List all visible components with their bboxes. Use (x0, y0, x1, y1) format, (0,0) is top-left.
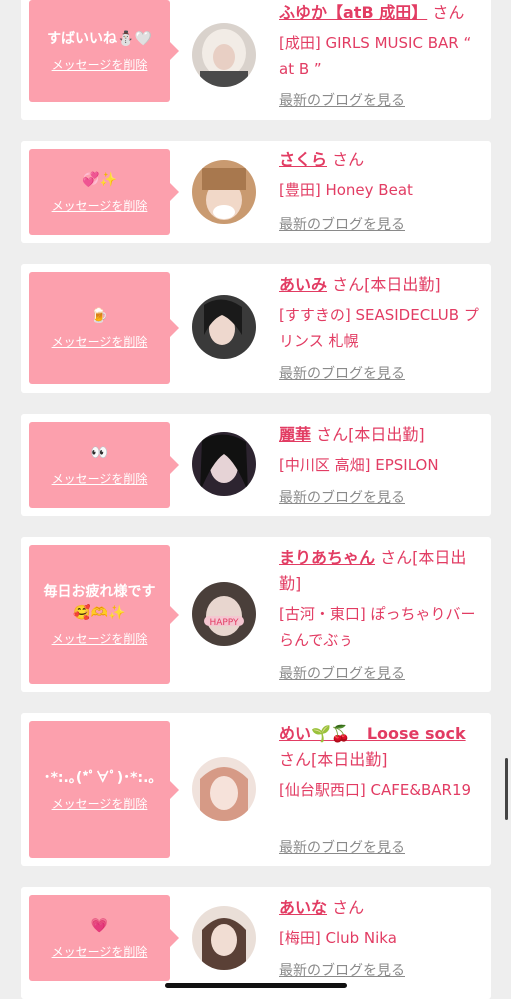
shop-info: [古河・東口] ぽっちゃりバー らんでぶぅ (279, 605, 476, 649)
message-text: ･*:.｡(*ﾟ∀ﾟ)･*:.｡ (43, 769, 156, 786)
message-card: 毎日お疲れ様です🥰🫶✨ メッセージを削除 HAPPY まりあちゃん さん[本日出… (21, 537, 491, 692)
message-text: 👀 (90, 445, 109, 461)
latest-blog-link[interactable]: 最新のブログを見る (279, 487, 405, 507)
honorific: さん (432, 3, 465, 22)
profile-name-link[interactable]: めい🌱🍒 Loose sock (279, 724, 466, 743)
delete-message-link[interactable]: メッセージを削除 (52, 795, 148, 812)
profile-info: あいみ さん[本日出勤] [すすきの] SEASIDECLUB プリンス 札幌 (279, 272, 484, 354)
honorific: さん (332, 150, 365, 169)
latest-blog-link[interactable]: 最新のブログを見る (279, 90, 405, 110)
message-text: 🍺 (90, 308, 109, 324)
avatar-photo (192, 757, 256, 821)
shop-info: [中川区 高畑] EPSILON (279, 456, 439, 474)
profile-info: あいな さん [梅田] Club Nika (279, 895, 484, 951)
message-bubble: 💞✨ メッセージを削除 (29, 149, 179, 235)
avatar-photo (192, 23, 256, 87)
message-text: すばいいね⛄🤍 (47, 31, 152, 47)
delete-message-link[interactable]: メッセージを削除 (52, 630, 148, 647)
delete-message-link[interactable]: メッセージを削除 (52, 56, 148, 73)
latest-blog-link[interactable]: 最新のブログを見る (279, 363, 405, 383)
message-bubble: 🍺 メッセージを削除 (29, 272, 179, 384)
profile-name-link[interactable]: 麗華 (279, 425, 311, 444)
profile-name-link[interactable]: ふゆか【atB 成田】 (279, 3, 427, 22)
avatar[interactable] (192, 906, 256, 970)
message-bubble: ･*:.｡(*ﾟ∀ﾟ)･*:.｡ メッセージを削除 (29, 721, 179, 858)
shop-info: [梅田] Club Nika (279, 929, 397, 947)
shop-info: [仙台駅西口] CAFE&BAR19 (279, 781, 472, 799)
message-text: 💞✨ (82, 172, 117, 188)
avatar-photo (192, 432, 256, 496)
message-card: ･*:.｡(*ﾟ∀ﾟ)･*:.｡ メッセージを削除 めい🌱🍒 Loose soc… (21, 713, 491, 866)
honorific: さん (332, 898, 365, 917)
profile-name-link[interactable]: さくら (279, 150, 327, 169)
message-bubble: すばいいね⛄🤍 メッセージを削除 (29, 0, 179, 102)
avatar-photo (192, 160, 256, 224)
message-card: すばいいね⛄🤍 メッセージを削除 ふゆか【atB 成田】 さん [成田] GIR… (21, 0, 491, 120)
profile-name-link[interactable]: まりあちゃん (279, 548, 375, 567)
shop-info: [豊田] Honey Beat (279, 181, 413, 199)
message-bubble: 毎日お疲れ様です🥰🫶✨ メッセージを削除 (29, 545, 179, 684)
avatar[interactable] (192, 160, 256, 224)
profile-name-link[interactable]: あいみ (279, 275, 327, 294)
avatar[interactable] (192, 432, 256, 496)
profile-info: さくら さん [豊田] Honey Beat (279, 147, 484, 203)
message-text: 💗 (90, 918, 109, 934)
latest-blog-link[interactable]: 最新のブログを見る (279, 837, 405, 857)
profile-info: めい🌱🍒 Loose sock さん[本日出勤] [仙台駅西口] CAFE&BA… (279, 721, 484, 803)
svg-text:HAPPY: HAPPY (209, 618, 239, 628)
delete-message-link[interactable]: メッセージを削除 (52, 470, 148, 487)
delete-message-link[interactable]: メッセージを削除 (52, 197, 148, 214)
profile-name-link[interactable]: あいな (279, 898, 327, 917)
avatar[interactable]: HAPPY (192, 582, 256, 646)
message-text: 毎日お疲れ様です🥰🫶✨ (43, 584, 156, 621)
scrollbar[interactable] (505, 758, 508, 820)
honorific: さん[本日出勤] (316, 425, 425, 444)
latest-blog-link[interactable]: 最新のブログを見る (279, 960, 405, 980)
latest-blog-link[interactable]: 最新のブログを見る (279, 663, 405, 683)
shop-info: [成田] GIRLS MUSIC BAR “ at B ” (279, 34, 472, 78)
message-card: 🍺 メッセージを削除 あいみ さん[本日出勤] [すすきの] SEASIDECL… (21, 264, 491, 393)
message-bubble: 👀 メッセージを削除 (29, 422, 179, 508)
message-card: 💞✨ メッセージを削除 さくら さん [豊田] Honey Beat 最新のブロ… (21, 141, 491, 243)
honorific: さん[本日出勤] (332, 275, 441, 294)
delete-message-link[interactable]: メッセージを削除 (52, 943, 148, 960)
delete-message-link[interactable]: メッセージを削除 (52, 333, 148, 350)
profile-info: ふゆか【atB 成田】 さん [成田] GIRLS MUSIC BAR “ at… (279, 0, 484, 82)
home-indicator[interactable] (165, 983, 347, 988)
avatar[interactable] (192, 757, 256, 821)
shop-info: [すすきの] SEASIDECLUB プリンス 札幌 (279, 306, 479, 350)
avatar-photo (192, 295, 256, 359)
honorific: さん[本日出勤] (279, 750, 388, 769)
avatar-photo: HAPPY (192, 582, 256, 646)
avatar-photo (192, 906, 256, 970)
avatar[interactable] (192, 23, 256, 87)
message-bubble: 💗 メッセージを削除 (29, 895, 179, 981)
message-card: 👀 メッセージを削除 麗華 さん[本日出勤] [中川区 高畑] EPSILON … (21, 414, 491, 516)
latest-blog-link[interactable]: 最新のブログを見る (279, 214, 405, 234)
profile-info: 麗華 さん[本日出勤] [中川区 高畑] EPSILON (279, 422, 484, 478)
profile-info: まりあちゃん さん[本日出勤] [古河・東口] ぽっちゃりバー らんでぶぅ (279, 545, 484, 653)
avatar[interactable] (192, 295, 256, 359)
